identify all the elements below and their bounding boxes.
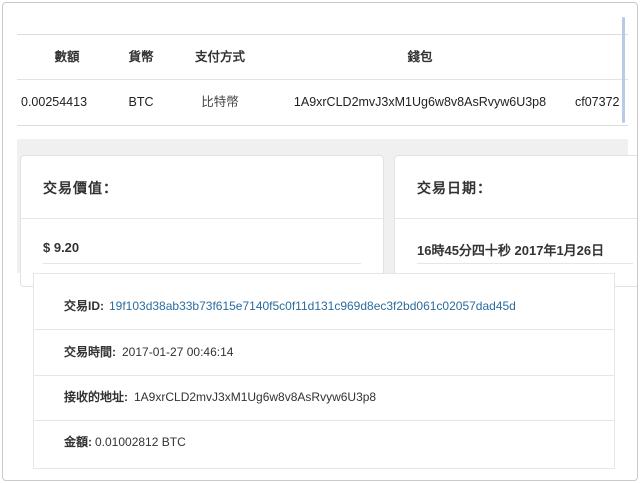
detail-row-amount: 金額: 0.01002812 BTC [34, 420, 614, 465]
cell-currency: BTC [128, 95, 154, 109]
header-extra [575, 35, 628, 79]
header-currency[interactable]: 貨幣 [117, 35, 165, 79]
cell-amount: 0.00254413 [21, 95, 88, 109]
table-row[interactable]: 0.00254413 BTC 比特幣 1A9xrCLD2mvJ3xM1Ug6w8… [17, 80, 628, 124]
card-title: 交易日期： [417, 180, 492, 196]
amount-label: 金額: [64, 435, 92, 449]
recv-addr-value: 1A9xrCLD2mvJ3xM1Ug6w8v8AsRvyw6U3p8 [134, 390, 377, 404]
cell-payment-method: 比特幣 [201, 95, 239, 109]
detail-row-tx-id: 交易ID: 19f103d38ab33b73f615e7140f5c0f11d1… [34, 284, 614, 330]
date-underline [417, 263, 633, 264]
scrollbar[interactable] [622, 17, 625, 123]
detail-row-recv-addr: 接收的地址: 1A9xrCLD2mvJ3xM1Ug6w8v8AsRvyw6U3p… [34, 375, 614, 421]
card-title: 交易價值： [43, 180, 118, 196]
table-header-row: 數額 貨幣 支付方式 錢包 [17, 35, 628, 80]
detail-row-tx-time: 交易時間: 2017-01-27 00:46:14 [34, 330, 614, 376]
transaction-value: $ 9.20 [43, 240, 80, 255]
header-payment-method[interactable]: 支付方式 [165, 35, 275, 79]
card-divider [395, 218, 637, 219]
transaction-value-card: 交易價值： $ 9.20 [20, 155, 384, 287]
value-underline [43, 263, 361, 264]
transactions-table: 數額 貨幣 支付方式 錢包 0.00254413 BTC 比特幣 1A9xrCL… [17, 34, 628, 126]
header-amount[interactable]: 數額 [17, 35, 117, 79]
tx-id-label: 交易ID: [64, 299, 104, 313]
tx-time-value: 2017-01-27 00:46:14 [122, 345, 234, 359]
transaction-date: 16時45分四十秒 2017年1月26日 [417, 243, 605, 258]
header-wallet[interactable]: 錢包 [275, 35, 565, 79]
cell-txid-partial: cf07372 [575, 95, 620, 109]
transaction-date-card: 交易日期： 16時45分四十秒 2017年1月26日 [394, 155, 637, 287]
screenshot-frame: 數額 貨幣 支付方式 錢包 0.00254413 BTC 比特幣 1A9xrCL… [2, 2, 638, 481]
cell-wallet: 1A9xrCLD2mvJ3xM1Ug6w8v8AsRvyw6U3p8 [293, 95, 547, 109]
tx-id-link[interactable]: 19f103d38ab33b73f615e7140f5c0f11d131c969… [109, 284, 516, 329]
tx-time-label: 交易時間: [64, 345, 116, 359]
recv-addr-label: 接收的地址: [64, 390, 128, 404]
amount-value: 0.01002812 BTC [95, 435, 186, 449]
transaction-details-panel: 交易ID: 19f103d38ab33b73f615e7140f5c0f11d1… [33, 273, 615, 469]
card-divider [21, 218, 383, 219]
